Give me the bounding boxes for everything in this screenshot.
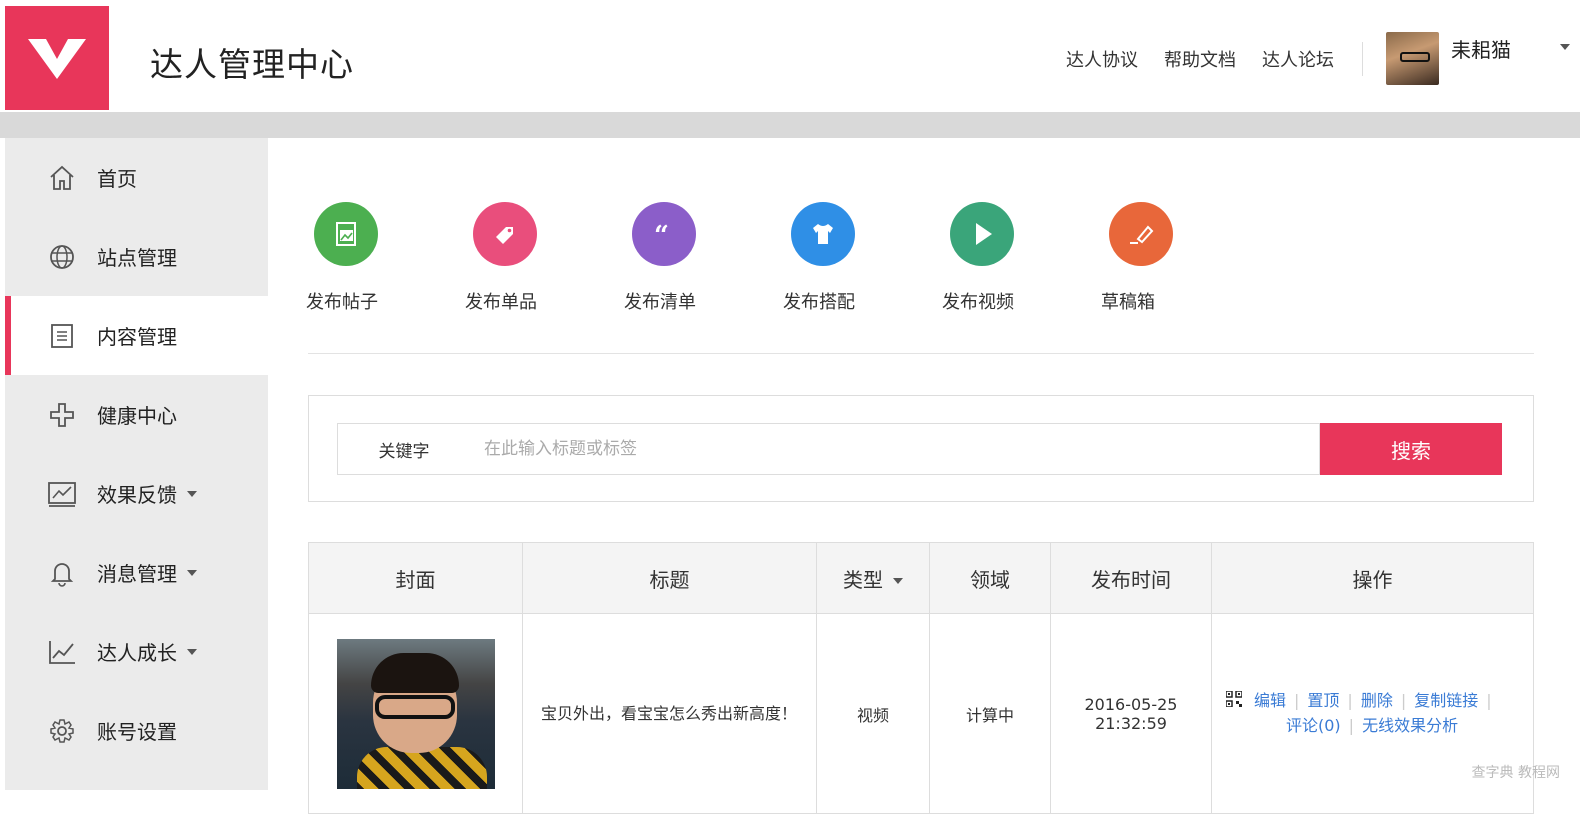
eraser-icon [1109,202,1173,266]
chevron-down-icon [187,569,197,576]
link-help-docs[interactable]: 帮助文档 [1164,46,1236,72]
quick-action-label: 草稿箱 [1101,292,1155,313]
qrcode-icon[interactable] [1225,690,1243,714]
publish-video-button[interactable]: 发布视频 [942,202,1101,314]
top-header: 达人管理中心 达人协议 帮助文档 达人论坛 耒耜猫 [0,0,1580,112]
quick-action-label: 发布搭配 [783,292,855,313]
row-title: 宝贝外出，看宝宝怎么秀出新高度！ [522,613,817,814]
publish-outfit-button[interactable]: 发布搭配 [783,202,942,314]
row-domain: 计算中 [929,613,1051,814]
sidebar-item-label: 消息管理 [97,562,177,586]
publish-list-button[interactable]: “ 发布清单 [624,202,783,314]
quick-actions: 发布帖子 发布单品 “ 发布清单 发布搭配 发布视频 草稿箱 [306,202,1260,314]
sidebar-item-feedback[interactable]: 效果反馈 [5,454,268,533]
watermark: 查字典 教程网 [1471,765,1560,781]
delete-link[interactable]: 删除 [1361,691,1393,710]
sidebar-item-label: 内容管理 [97,325,177,349]
sidebar-item-label: 账号设置 [97,720,177,744]
row-actions: 编辑 | 置顶 | 删除 | 复制链接 | 评论(0) | 无线效果分析 [1211,613,1534,814]
search-button[interactable]: 搜索 [1320,423,1502,475]
row-date: 2016-05-25 [1084,694,1178,714]
chevron-down-icon [893,578,903,584]
header-shadow-band [0,112,1580,138]
sidebar-item-label: 首页 [97,167,137,191]
link-forum[interactable]: 达人论坛 [1262,46,1334,72]
sidebar-item-account-settings[interactable]: 账号设置 [5,691,268,770]
publish-post-button[interactable]: 发布帖子 [306,202,465,314]
table-row: 宝贝外出，看宝宝怎么秀出新高度！ 视频 计算中 2016-05-25 21:32… [308,613,1534,814]
row-time: 21:32:59 [1095,713,1167,733]
user-menu-caret-icon[interactable] [1560,44,1570,50]
chevron-down-icon [187,490,197,497]
tshirt-icon [791,202,855,266]
app-title: 达人管理中心 [150,45,354,84]
sidebar-item-messages[interactable]: 消息管理 [5,533,268,612]
sidebar: 首页 站点管理 内容管理 健康中心 效果反馈 消息管理 达人成长 账号设置 [5,138,268,790]
logo-v-icon [28,39,86,79]
drafts-button[interactable]: 草稿箱 [1101,202,1260,314]
chart-icon [47,479,77,509]
link-agreement[interactable]: 达人协议 [1066,46,1138,72]
search-panel: 关键字 搜索 [308,395,1534,502]
row-publish-time: 2016-05-25 21:32:59 [1050,613,1212,814]
username[interactable]: 耒耜猫 [1451,34,1511,63]
col-type[interactable]: 类型 [816,542,930,614]
chevron-down-icon [187,648,197,655]
globe-icon [47,242,77,272]
col-publish-time: 发布时间 [1050,542,1212,614]
col-actions: 操作 [1211,542,1534,614]
top-links: 达人协议 帮助文档 达人论坛 [1066,46,1334,72]
bell-icon [47,558,77,588]
search-input[interactable] [470,423,1320,475]
tag-icon [473,202,537,266]
sidebar-item-growth[interactable]: 达人成长 [5,612,268,691]
publish-item-button[interactable]: 发布单品 [465,202,624,314]
plus-icon [47,400,77,430]
quick-action-label: 发布清单 [624,292,696,313]
growth-icon [47,637,77,667]
table-header-row: 封面 标题 类型 领域 发布时间 操作 [308,542,1534,614]
content-table: 封面 标题 类型 领域 发布时间 操作 宝贝外出，看宝宝怎么秀出新高度！ 视频 … [308,542,1534,814]
edit-link[interactable]: 编辑 [1254,691,1286,710]
sidebar-item-health[interactable]: 健康中心 [5,375,268,454]
quote-icon: “ [632,202,696,266]
quick-action-label: 发布帖子 [306,292,378,313]
svg-text:“: “ [654,221,669,249]
quick-action-label: 发布单品 [465,292,537,313]
comments-link[interactable]: 评论(0) [1286,716,1341,735]
col-cover: 封面 [308,542,523,614]
header-divider [1362,42,1363,76]
main-content: 发布帖子 发布单品 “ 发布清单 发布搭配 发布视频 草稿箱 关键字 在此输入标… [268,138,1580,814]
pin-top-link[interactable]: 置顶 [1307,691,1339,710]
sidebar-item-label: 健康中心 [97,404,177,428]
keyword-label: 关键字 [337,423,471,475]
document-icon [47,321,77,351]
col-title: 标题 [522,542,817,614]
sidebar-item-label: 站点管理 [97,246,177,270]
sidebar-item-home[interactable]: 首页 [5,138,268,217]
wireless-analytics-link[interactable]: 无线效果分析 [1362,716,1458,735]
home-icon [47,163,77,193]
copy-link-link[interactable]: 复制链接 [1414,691,1478,710]
quick-action-label: 发布视频 [942,292,1014,313]
col-domain: 领域 [929,542,1051,614]
gear-icon [47,716,77,746]
col-type-label: 类型 [843,567,883,592]
avatar[interactable] [1386,32,1439,85]
row-type: 视频 [816,613,930,814]
section-divider [308,353,1534,354]
sidebar-item-label: 达人成长 [97,641,177,665]
cover-thumbnail[interactable] [336,638,495,789]
sidebar-item-label: 效果反馈 [97,483,177,507]
cover-cell [308,613,523,814]
sidebar-item-sites[interactable]: 站点管理 [5,217,268,296]
sidebar-item-content[interactable]: 内容管理 [5,296,268,375]
play-icon [950,202,1014,266]
brand-logo[interactable] [5,6,109,110]
image-icon [314,202,378,266]
